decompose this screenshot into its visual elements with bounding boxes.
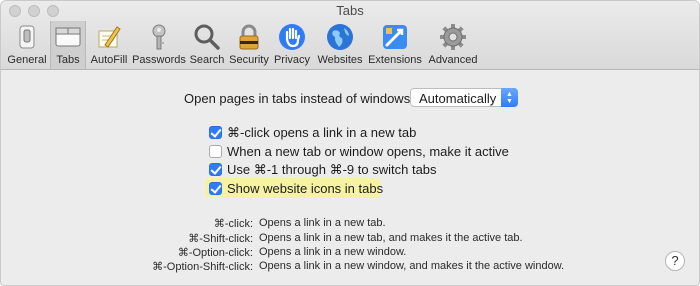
checkbox-cmd-click[interactable]: [209, 126, 222, 139]
checkbox-website-icons-label: Show website icons in tabs: [227, 181, 384, 196]
help-key: ⌘-Shift-click:: [188, 233, 253, 245]
tab-tabs[interactable]: Tabs: [50, 21, 86, 69]
help-key: ⌘-Option-Shift-click:: [152, 261, 253, 273]
window-title: Tabs: [336, 3, 364, 18]
select-stepper-icon: ▲ ▼: [501, 88, 518, 107]
help-desc: Opens a link in a new tab, and makes it …: [259, 232, 523, 244]
magnifier-icon: [194, 24, 220, 50]
checkbox-switch-tabs-label: Use ⌘-1 through ⌘-9 to switch tabs: [227, 162, 437, 177]
help-desc: Opens a link in a new window, and makes …: [259, 260, 565, 272]
checkbox-switch-tabs[interactable]: [209, 163, 222, 176]
preferences-window: Tabs General Tabs AutoFill Passwords Sea…: [0, 0, 700, 286]
autofill-pencil-icon: [98, 26, 121, 48]
help-desc: Opens a link in a new window.: [259, 246, 407, 258]
help-key: ⌘-click:: [213, 218, 253, 230]
checkbox-website-icons[interactable]: [209, 182, 222, 195]
tab-privacy-label: Privacy: [273, 54, 311, 66]
help-desc: Opens a link in a new tab.: [259, 217, 386, 229]
open-pages-select-value: Automatically: [419, 91, 497, 106]
tab-security[interactable]: Security: [227, 21, 271, 69]
tab-websites[interactable]: Websites: [315, 21, 365, 69]
title-bar: Tabs General Tabs AutoFill Passwords Sea…: [1, 1, 699, 70]
checkbox-cmd-click-label: ⌘-click opens a link in a new tab: [227, 125, 417, 140]
tab-general[interactable]: General: [5, 21, 49, 69]
tab-search-label: Search: [189, 54, 225, 66]
tab-autofill-label: AutoFill: [90, 54, 128, 66]
tab-security-label: Security: [229, 54, 269, 66]
tab-advanced-label: Advanced: [428, 54, 478, 66]
tab-autofill[interactable]: AutoFill: [87, 21, 131, 69]
globe-icon: [327, 24, 353, 50]
tab-search[interactable]: Search: [187, 21, 227, 69]
help-button[interactable]: ?: [665, 251, 685, 271]
hand-icon: [279, 24, 305, 50]
tab-advanced[interactable]: Advanced: [427, 21, 479, 69]
padlock-icon: [239, 24, 259, 50]
gear-icon: [440, 24, 466, 50]
tab-tabs-label: Tabs: [56, 54, 80, 66]
tab-extensions-label: Extensions: [368, 54, 422, 66]
open-pages-label: Open pages in tabs instead of windows:: [184, 91, 414, 106]
general-switch-icon: [19, 25, 35, 49]
tab-passwords-label: Passwords: [132, 54, 186, 66]
tabs-icon: [55, 27, 81, 47]
checkbox-make-active-label: When a new tab or window opens, make it …: [227, 144, 509, 159]
tab-privacy[interactable]: Privacy: [271, 21, 313, 69]
tab-extensions[interactable]: Extensions: [367, 21, 423, 69]
tab-passwords[interactable]: Passwords: [131, 21, 187, 69]
help-key: ⌘-Option-click:: [177, 247, 253, 259]
checkbox-make-active[interactable]: [209, 145, 222, 158]
open-pages-select[interactable]: Automatically ▲ ▼: [410, 88, 518, 107]
tab-general-label: General: [7, 54, 47, 66]
tab-websites-label: Websites: [317, 54, 363, 66]
puzzle-icon: [383, 25, 407, 49]
key-icon: [152, 24, 166, 50]
tabs-pane: Open pages in tabs instead of windows: A…: [1, 70, 699, 285]
